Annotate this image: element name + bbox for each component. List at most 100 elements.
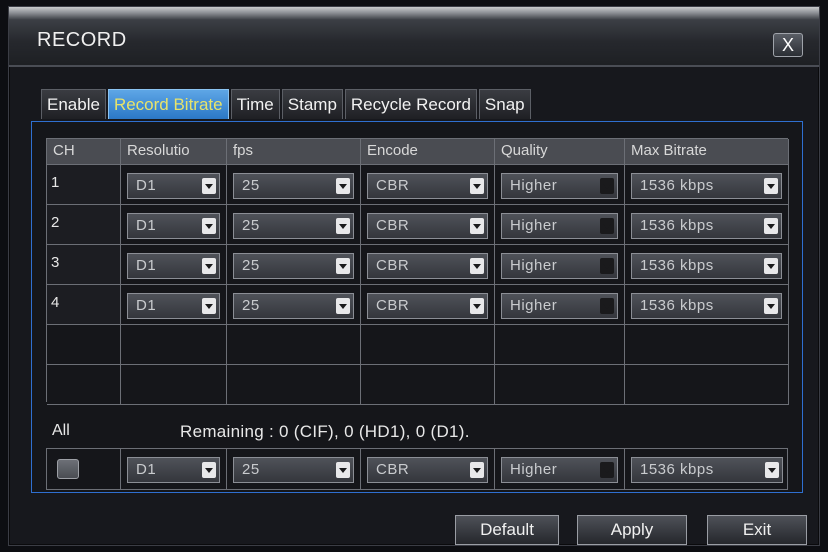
empty-cell (361, 325, 495, 365)
resolution-select[interactable]: D1 (127, 253, 220, 279)
tab-recycle-record[interactable]: Recycle Record (344, 89, 477, 119)
table-cell: CBR (361, 205, 495, 245)
max-bitrate-select[interactable]: 1536 kbps (631, 213, 782, 239)
all-encode-select[interactable]: CBR (367, 457, 488, 483)
select-value: 1536 kbps (640, 461, 714, 478)
encode-select[interactable]: CBR (367, 253, 488, 279)
dropdown-arrow-icon (600, 258, 614, 274)
max-bitrate-select[interactable]: 1536 kbps (631, 173, 782, 199)
channel-number: 2 (47, 205, 121, 245)
empty-cell (495, 365, 625, 405)
table-cell: D1 (121, 165, 227, 205)
select-value: 25 (242, 177, 260, 194)
all-quality-select[interactable]: Higher (501, 457, 618, 483)
fps-select[interactable]: 25 (233, 213, 354, 239)
empty-cell (625, 365, 789, 405)
table-cell: CBR (361, 245, 495, 285)
dropdown-arrow-icon (336, 258, 350, 274)
tab-stamp[interactable]: Stamp (281, 89, 343, 119)
tab-enable[interactable]: Enable (41, 89, 106, 119)
empty-cell (121, 325, 227, 365)
encode-select[interactable]: CBR (367, 293, 488, 319)
dropdown-arrow-icon (764, 178, 778, 194)
all-max-bitrate-select[interactable]: 1536 kbps (631, 457, 783, 483)
dropdown-arrow-icon (600, 178, 614, 194)
empty-cell (121, 365, 227, 405)
select-value: 1536 kbps (640, 297, 714, 314)
channel-number: 1 (47, 165, 121, 205)
table-cell: 25 (227, 285, 361, 325)
resolution-select[interactable]: D1 (127, 173, 220, 199)
select-value: 25 (242, 297, 260, 314)
record-bitrate-panel: CH Resolutio fps Encode Quality Max Bitr… (31, 121, 803, 493)
max-bitrate-select[interactable]: 1536 kbps (631, 253, 782, 279)
fps-select[interactable]: 25 (233, 293, 354, 319)
tab-record-bitrate[interactable]: Record Bitrate (107, 89, 229, 119)
fps-select[interactable]: 25 (233, 253, 354, 279)
table-cell: Higher (495, 245, 625, 285)
table-cell: 1536 kbps (625, 205, 789, 245)
dropdown-arrow-icon (202, 298, 216, 314)
select-value: 1536 kbps (640, 217, 714, 234)
apply-button[interactable]: Apply (577, 515, 687, 545)
title-bar: RECORD X (9, 7, 819, 67)
resolution-select[interactable]: D1 (127, 293, 220, 319)
header-fps: fps (227, 139, 361, 165)
max-bitrate-select[interactable]: 1536 kbps (631, 293, 782, 319)
close-button[interactable]: X (773, 33, 803, 57)
bitrate-table: CH Resolutio fps Encode Quality Max Bitr… (46, 138, 789, 405)
tab-snap[interactable]: Snap (478, 89, 531, 119)
select-value: D1 (136, 177, 157, 194)
quality-select[interactable]: Higher (501, 173, 618, 199)
select-value: CBR (376, 461, 410, 478)
dropdown-arrow-icon (600, 462, 614, 478)
empty-cell (227, 325, 361, 365)
quality-select[interactable]: Higher (501, 213, 618, 239)
table-cell: 25 (227, 245, 361, 285)
empty-cell (47, 365, 121, 405)
dropdown-arrow-icon (470, 462, 484, 478)
exit-button[interactable]: Exit (707, 515, 807, 545)
table-cell: Higher (495, 165, 625, 205)
empty-cell (495, 325, 625, 365)
dropdown-arrow-icon (470, 218, 484, 234)
channel-number: 4 (47, 285, 121, 325)
header-resolution: Resolutio (121, 139, 227, 165)
quality-select[interactable]: Higher (501, 253, 618, 279)
table-cell: D1 (121, 245, 227, 285)
all-fps-select[interactable]: 25 (233, 457, 354, 483)
select-value: CBR (376, 257, 410, 274)
quality-select[interactable]: Higher (501, 293, 618, 319)
window-title: RECORD (37, 29, 127, 51)
select-value: CBR (376, 177, 410, 194)
select-value: CBR (376, 297, 410, 314)
encode-select[interactable]: CBR (367, 173, 488, 199)
default-button[interactable]: Default (455, 515, 559, 545)
dropdown-arrow-icon (470, 178, 484, 194)
dropdown-arrow-icon (764, 218, 778, 234)
table-cell: 1536 kbps (625, 245, 789, 285)
all-checkbox[interactable] (57, 459, 79, 479)
table-cell: 1536 kbps (625, 449, 789, 489)
select-value: D1 (136, 257, 157, 274)
select-value: Higher (510, 177, 558, 194)
table-cell: CBR (361, 449, 495, 489)
table-cell: 1536 kbps (625, 165, 789, 205)
all-resolution-select[interactable]: D1 (127, 457, 220, 483)
empty-cell (625, 325, 789, 365)
select-value: Higher (510, 297, 558, 314)
table-cell: 25 (227, 449, 361, 489)
table-cell (47, 449, 121, 489)
dropdown-arrow-icon (202, 218, 216, 234)
tab-time[interactable]: Time (230, 89, 280, 119)
resolution-select[interactable]: D1 (127, 213, 220, 239)
dropdown-arrow-icon (336, 298, 350, 314)
all-channels-row: D1 25 CBR Higher 1536 kbps (46, 448, 788, 490)
select-value: D1 (136, 461, 157, 478)
fps-select[interactable]: 25 (233, 173, 354, 199)
table-cell: CBR (361, 165, 495, 205)
table-cell: 25 (227, 205, 361, 245)
select-value: 1536 kbps (640, 257, 714, 274)
table-cell: D1 (121, 205, 227, 245)
encode-select[interactable]: CBR (367, 213, 488, 239)
